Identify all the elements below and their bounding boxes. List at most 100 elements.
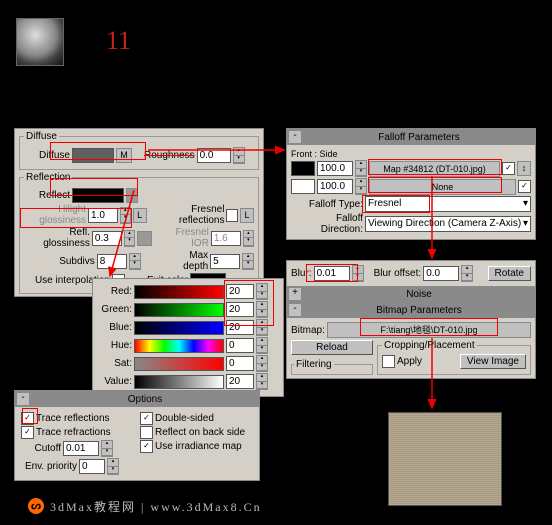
falloff-collapse-button[interactable]: - [288,130,302,144]
sat-slider[interactable] [134,357,224,371]
hilight-lock-button[interactable]: L [133,208,147,223]
slot2-color[interactable] [291,179,315,194]
use-irradiance-checkbox[interactable]: ✓ [140,440,153,453]
env-priority-label: Env. priority [21,461,77,472]
apply-label: Apply [397,356,422,367]
env-priority-spin[interactable]: ▴▾ [107,458,119,475]
blue-spin[interactable]: ▴▾ [256,319,268,336]
trace-refr-checkbox[interactable]: ✓ [21,426,34,439]
filtering-legend: Filtering [294,359,334,370]
blur-spin[interactable]: ▴▾ [352,265,364,282]
double-sided-checkbox[interactable]: ✓ [140,412,153,425]
options-collapse-button[interactable]: - [16,392,30,406]
slot1-map-check[interactable]: ✓ [502,162,515,175]
rotate-button[interactable]: Rotate [488,266,531,281]
bitmap-collapse-button[interactable]: - [288,303,302,317]
cutoff-input[interactable] [63,441,99,456]
trace-refr-label: Trace refractions [36,427,111,438]
bitmap-path-label: Bitmap: [291,325,325,336]
falloff-header[interactable]: -Falloff Parameters [287,129,535,145]
apply-checkbox[interactable] [382,355,395,368]
hue-spin[interactable]: ▴▾ [256,337,268,354]
trace-refl-checkbox[interactable]: ✓ [21,412,34,425]
bitmap-path-button[interactable]: F:\tiang\地毯\DT-010.jpg [327,322,531,338]
hue-slider[interactable] [134,339,224,353]
fresnel-refl-checkbox[interactable] [226,209,237,222]
filtering-fieldset: Filtering [291,359,373,375]
green-label: Green: [98,304,132,315]
refl-gloss-spinner[interactable]: ▴▾ [124,230,135,247]
slot1-spin[interactable]: ▴▾ [355,160,367,177]
options-header[interactable]: -Options [15,391,259,407]
hilight-gloss-label: Hilight glossiness [24,204,86,226]
falloff-dir-select[interactable]: Viewing Direction (Camera Z-Axis)▾ [365,216,531,232]
view-image-button[interactable]: View Image [460,354,526,369]
env-priority-input[interactable] [79,459,105,474]
red-slider[interactable] [134,285,224,299]
swap-button[interactable]: ↕ [517,161,531,176]
hue-input[interactable] [226,338,254,353]
diffuse-color-swatch[interactable] [72,148,114,163]
bitmap-title: Bitmap Parameters [304,305,534,316]
color-picker-panel: Red:▴▾ Green:▴▾ Blue:▴▾ Hue:▴▾ Sat:▴▾ Va… [92,278,284,397]
reflection-legend: Reflection [24,172,72,183]
red-input[interactable] [226,284,254,299]
slot2-map-check[interactable]: ✓ [518,180,531,193]
value-slider[interactable] [134,375,224,389]
fresnel-ior-label: Fresnel IOR [160,227,209,249]
red-spin[interactable]: ▴▾ [256,283,268,300]
falloff-type-select[interactable]: Fresnel▾ [365,196,531,212]
cutoff-label: Cutoff [21,443,61,454]
reflect-back-label: Reflect on back side [155,427,245,438]
falloff-panel: -Falloff Parameters Front : Side ▴▾ Map … [286,128,536,240]
noise-header[interactable]: +Noise [287,286,535,302]
reload-button[interactable]: Reload [291,340,373,355]
diffuse-map-button[interactable]: M [116,148,132,163]
value-label: Value: [98,376,132,387]
blue-slider[interactable] [134,321,224,335]
subdivs-label: Subdivs [24,256,95,267]
roughness-input[interactable] [197,148,231,163]
slot2-map-button[interactable]: None [369,179,516,195]
blue-label: Blue: [98,322,132,333]
blur-offset-input[interactable] [423,266,459,281]
refl-gloss-side-button[interactable] [137,231,152,246]
slot2-spin[interactable]: ▴▾ [355,178,367,195]
subdivs-spinner[interactable]: ▴▾ [129,253,141,270]
cutoff-spin[interactable]: ▴▾ [101,440,113,457]
blur-offset-spin[interactable]: ▴▾ [461,265,473,282]
roughness-spinner[interactable]: ▴▾ [233,147,245,164]
step-number: 11 [106,26,131,56]
green-slider[interactable] [134,303,224,317]
value-input[interactable] [226,374,254,389]
reflect-back-checkbox[interactable] [140,426,153,439]
max-depth-spinner[interactable]: ▴▾ [242,253,254,270]
fresnel-lock-button[interactable]: L [240,208,254,223]
value-spin[interactable]: ▴▾ [256,373,268,390]
max-depth-label: Max depth [162,250,208,272]
refl-gloss-input[interactable] [92,231,122,246]
bitmap-header[interactable]: -Bitmap Parameters [287,302,535,318]
slot2-amount[interactable] [317,179,353,194]
sat-label: Sat: [98,358,132,369]
green-input[interactable] [226,302,254,317]
site-logo-icon: ᔕ [28,498,44,514]
max-depth-input[interactable] [210,254,240,269]
slot1-color[interactable] [291,161,315,176]
sat-input[interactable] [226,356,254,371]
noise-expand-button[interactable]: + [288,287,302,301]
blue-input[interactable] [226,320,254,335]
reflect-color-swatch[interactable] [72,188,124,203]
diffuse-fieldset: Diffuse Diffuse M Roughness ▴▾ [19,131,259,170]
slot1-map-button[interactable]: Map #34812 (DT-010.jpg) [369,161,500,177]
roughness-label: Roughness [144,150,195,161]
blur-input[interactable] [314,266,350,281]
slot1-amount[interactable] [317,161,353,176]
falloff-title: Falloff Parameters [304,132,534,143]
green-spin[interactable]: ▴▾ [256,301,268,318]
subdivs-input[interactable] [97,254,127,269]
hilight-gloss-input[interactable] [88,208,118,223]
reflect-map-button[interactable] [126,188,138,203]
hilight-gloss-spinner[interactable]: ▴▾ [120,207,131,224]
sat-spin[interactable]: ▴▾ [256,355,268,372]
